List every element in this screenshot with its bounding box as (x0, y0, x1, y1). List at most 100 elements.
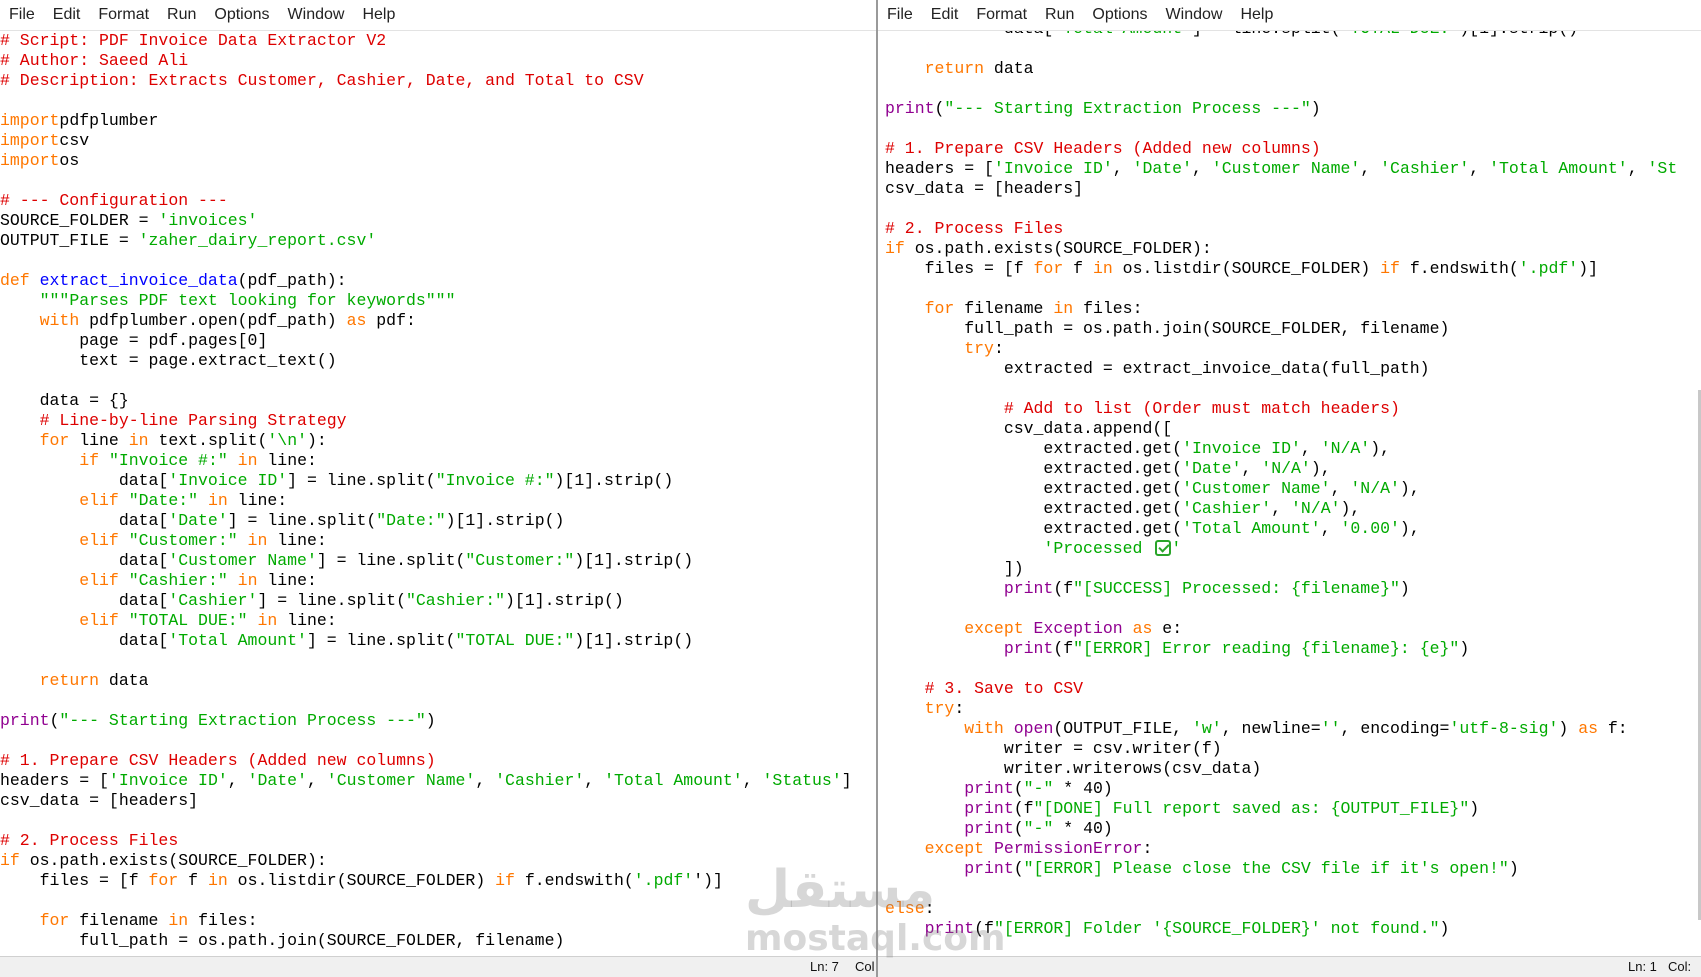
code-token: 'Customer Name' (326, 771, 476, 790)
menu-edit[interactable]: Edit (922, 0, 968, 30)
code-token: : (993, 339, 1004, 358)
code-token: : (954, 699, 965, 718)
menu-options[interactable]: Options (205, 0, 278, 30)
code-token: if (1380, 259, 1400, 278)
code-token: 'Date' (247, 771, 307, 790)
code-token: # Script: PDF Invoice Data Extractor V2 (0, 31, 387, 50)
code-token: ): (307, 431, 327, 450)
code-token: in (128, 431, 149, 450)
code-line: # 3. Save to CSV (885, 679, 1677, 699)
code-token: "Invoice #:" (108, 451, 228, 470)
right-status-column: Col: 0 (1668, 959, 1692, 977)
left-code-editor[interactable]: # Script: PDF Invoice Data Extractor V2 #… (0, 31, 876, 957)
right-code-text[interactable]: data['Total Amount'] = line.split("TOTAL… (885, 31, 1677, 939)
code-token: 'Customer Name' (1182, 479, 1331, 498)
code-token: SOURCE_FOLDER = (0, 211, 159, 230)
menu-window[interactable]: Window (1157, 0, 1232, 30)
code-token: data = {} (0, 391, 129, 410)
code-token: line (69, 431, 129, 450)
left-code-text[interactable]: # Script: PDF Invoice Data Extractor V2 #… (0, 31, 852, 951)
code-line: importcsv (0, 131, 852, 151)
menu-format[interactable]: Format (967, 0, 1036, 30)
code-token: # 3. Save to CSV (924, 679, 1084, 698)
code-token: # --- Configuration --- (0, 191, 228, 210)
menu-run[interactable]: Run (158, 0, 205, 30)
code-token: 'invoices' (158, 211, 258, 230)
menu-edit[interactable]: Edit (44, 0, 90, 30)
code-token: "-" (1023, 819, 1054, 838)
code-token: os.listdir(SOURCE_FOLDER) (227, 871, 496, 890)
code-token: , (1627, 159, 1648, 178)
code-token: , newline= (1221, 719, 1321, 738)
code-token: , (1360, 159, 1381, 178)
code-token: 'Total Amount' (1053, 31, 1192, 38)
code-token: , (1330, 479, 1351, 498)
code-token: , (1112, 159, 1133, 178)
code-token: as (1578, 719, 1598, 738)
menu-file[interactable]: File (0, 0, 44, 30)
code-token: for (1033, 259, 1064, 278)
code-token: files: (188, 911, 258, 930)
right-code-editor[interactable]: data['Total Amount'] = line.split("TOTAL… (878, 31, 1701, 957)
code-token: 'N/A' (1261, 459, 1311, 478)
menu-options[interactable]: Options (1083, 0, 1156, 30)
code-token: Exception (1033, 619, 1123, 638)
code-line: importos (0, 151, 852, 171)
code-token: OUTPUT_FILE = (0, 231, 139, 250)
menu-help[interactable]: Help (353, 0, 404, 30)
code-line: files = [f for f in os.listdir(SOURCE_FO… (885, 259, 1677, 279)
code-line: print(f"[SUCCESS] Processed: {filename}"… (885, 579, 1677, 599)
code-token: ( (934, 99, 945, 118)
right-editor-window: File Edit Format Run Options Window Help… (878, 0, 1701, 977)
code-token: in (227, 571, 258, 590)
code-line: extracted = extract_invoice_data(full_pa… (885, 359, 1677, 379)
menu-help[interactable]: Help (1231, 0, 1282, 30)
code-token: ) (1399, 579, 1410, 598)
code-token: ) (1310, 99, 1321, 118)
code-token: 'Date' (1182, 459, 1242, 478)
menu-file[interactable]: File (878, 0, 922, 30)
menu-run[interactable]: Run (1036, 0, 1083, 30)
code-line: text = page.extract_text() (0, 351, 852, 371)
code-token: ' (1171, 539, 1182, 558)
code-token: , encoding= (1340, 719, 1450, 738)
code-token: '0.00' (1340, 519, 1400, 538)
code-token: import (0, 131, 60, 150)
code-token: data[ (0, 551, 169, 570)
code-line: data['Cashier'] = line.split("Cashier:")… (0, 591, 852, 611)
code-token: "Invoice #:" (435, 471, 555, 490)
menu-window[interactable]: Window (279, 0, 354, 30)
code-line: # 1. Prepare CSV Headers (Added new colu… (0, 751, 852, 771)
code-token: ), (1370, 439, 1391, 458)
code-token: ), (1340, 499, 1361, 518)
code-token: elif (79, 531, 129, 550)
code-token: 'Total Amount' (604, 771, 743, 790)
code-token: "TOTAL DUE:" (455, 631, 575, 650)
code-line: print(f"[DONE] Full report saved as: {OU… (885, 799, 1677, 819)
code-token: extracted = extract_invoice_data(full_pa… (885, 359, 1430, 378)
code-token: , (306, 771, 327, 790)
code-token: 'Total Amount' (1182, 519, 1321, 538)
code-token: elif (79, 571, 129, 590)
code-token: extract_invoice_data (39, 271, 238, 290)
code-token: headers = [ (885, 159, 994, 178)
code-token: try (924, 699, 955, 718)
code-token: , (584, 771, 605, 790)
menu-format[interactable]: Format (89, 0, 158, 30)
code-token: )[1].strip() (1459, 31, 1578, 38)
code-line: with open(OUTPUT_FILE, 'w', newline='', … (885, 719, 1677, 739)
code-token: # Description: Extracts Customer, Cashie… (0, 71, 644, 90)
code-token: os (59, 151, 80, 170)
code-line: importpdfplumber (0, 111, 852, 131)
code-token: extracted.get( (885, 459, 1183, 478)
code-token: # Add to list (Order must match headers) (1003, 399, 1400, 418)
code-line: SOURCE_FOLDER = 'invoices' (0, 211, 852, 231)
code-token: writer.writerows(csv_data) (885, 759, 1262, 778)
code-token: in (198, 491, 228, 510)
